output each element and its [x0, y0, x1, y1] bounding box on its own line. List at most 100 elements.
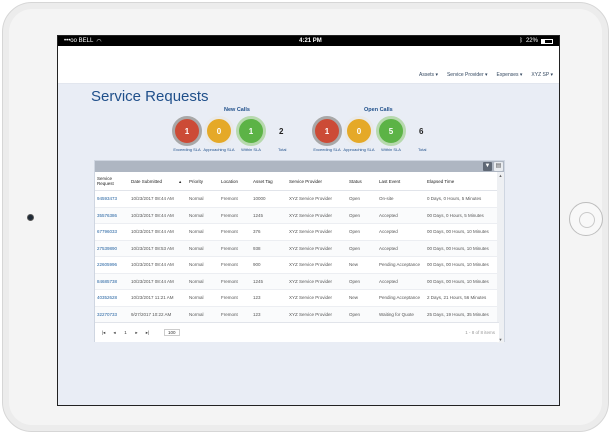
nav-item-service-provider[interactable]: Service Provider ▾ [447, 72, 488, 78]
cell-elapsed-time: 00 Days, 00 Hours, 10 Minutes [425, 223, 499, 241]
table-row[interactable]: 32270733 9/27/2017 10:22 AM Normal Fremont 1… [95, 306, 499, 322]
cell-priority: Normal [187, 306, 219, 322]
nav-item-assets[interactable]: Assets ▾ [419, 72, 438, 78]
open-within-sla-gauge[interactable]: 5 [376, 116, 406, 146]
table-row[interactable]: 67796033 10/23/2017 08:44 AM Normal Fremont… [95, 223, 499, 241]
table-row[interactable]: 22605996 10/23/2017 08:44 AM Normal Fremont… [95, 256, 499, 274]
open-approaching-sla-gauge[interactable]: 0 [344, 116, 374, 146]
cell-status: Open [347, 306, 377, 322]
cell-priority: Normal [187, 190, 219, 208]
camera-icon [27, 214, 34, 221]
table-row[interactable]: 40352628 10/23/2017 11:21 AM Normal Fremont… [95, 289, 499, 307]
cell-status: Open [347, 240, 377, 257]
current-page[interactable]: 1 [123, 330, 128, 335]
cell-asset-tag: 10000 [251, 190, 287, 208]
service-requests-panel: ▼ ▤ Service Request Date Submitted ▴ Pri… [94, 160, 505, 343]
cell-asset-tag: 938 [251, 240, 287, 257]
cell-last-event: On-site [377, 190, 425, 208]
sort-arrow-icon[interactable]: ▴ [177, 172, 187, 191]
page-size-select[interactable]: 100 [164, 329, 180, 336]
table-row[interactable]: 35576386 10/23/2017 08:44 AM Normal Fremont… [95, 207, 499, 224]
col-header-status[interactable]: Status [347, 172, 377, 191]
cell-asset-tag: 376 [251, 223, 287, 241]
tablet-frame: •••oo BELL ◠ 4:21 PM ᛒ 22% Assets ▾ Serv… [2, 2, 609, 432]
cell-status: Open [347, 273, 377, 290]
col-header-last-event[interactable]: Last Event [377, 172, 425, 191]
cell-date-submitted: 9/27/2017 10:22 AM [129, 306, 177, 322]
cell-priority: Normal [187, 240, 219, 257]
cell-asset-tag: 123 [251, 306, 287, 322]
new-approaching-sla-gauge[interactable]: 0 [204, 116, 234, 146]
clock: 4:21 PM [299, 38, 322, 44]
cell-service-request[interactable]: 40352628 [95, 289, 129, 307]
col-header-location[interactable]: Location [219, 172, 251, 191]
cell-priority: Normal [187, 273, 219, 290]
cell-location: Fremont [219, 190, 251, 208]
scroll-up-icon[interactable]: ▲ [498, 173, 503, 178]
wifi-icon: ◠ [96, 38, 102, 45]
cell-service-provider: XYZ Service Provider [287, 207, 347, 224]
cell-last-event: Accepted [377, 223, 425, 241]
next-page-button[interactable]: ▸ [134, 330, 139, 336]
col-header-asset-tag[interactable]: Asset Tag [251, 172, 287, 191]
nav-item-expenses[interactable]: Expenses ▾ [497, 72, 523, 78]
filter-icon[interactable]: ▼ [483, 162, 492, 171]
vertical-scrollbar[interactable]: ▲ ▼ [497, 172, 504, 343]
cell-service-request[interactable]: 22605996 [95, 256, 129, 274]
col-header-service-request[interactable]: Service Request [95, 172, 129, 191]
page-title: Service Requests [91, 88, 209, 105]
service-requests-table: Service Request Date Submitted ▴ Priorit… [95, 172, 499, 322]
col-header-date-submitted[interactable]: Date Submitted [129, 172, 177, 191]
home-button[interactable] [569, 202, 603, 236]
cell-service-request[interactable]: 67796033 [95, 223, 129, 241]
cell-status: Open [347, 223, 377, 241]
cell-date-submitted: 10/23/2017 08:44 AM [129, 273, 177, 290]
cell-sort [177, 273, 187, 290]
cell-date-submitted: 10/23/2017 08:44 AM [129, 256, 177, 274]
col-header-elapsed-time[interactable]: Elapsed Time [425, 172, 499, 191]
cell-sort [177, 256, 187, 274]
cell-location: Fremont [219, 306, 251, 322]
cell-service-request[interactable]: 94593473 [95, 190, 129, 208]
cell-sort [177, 190, 187, 208]
new-within-sla-gauge[interactable]: 1 [236, 116, 266, 146]
cell-service-request[interactable]: 32270733 [95, 306, 129, 322]
carrier-label: •••oo BELL [64, 38, 94, 44]
cell-service-provider: XYZ Service Provider [287, 289, 347, 307]
cell-service-provider: XYZ Service Provider [287, 190, 347, 208]
cell-location: Fremont [219, 240, 251, 257]
col-header-priority[interactable]: Priority [187, 172, 219, 191]
cell-last-event: Pending Acceptance [377, 256, 425, 274]
table-row[interactable]: 27539890 10/23/2017 08:53 AM Normal Fremont… [95, 240, 499, 257]
col-header-service-provider[interactable]: Service Provider [287, 172, 347, 191]
prev-page-button[interactable]: ◂ [112, 330, 117, 336]
cell-service-provider: XYZ Service Provider [287, 273, 347, 290]
table-row[interactable]: 94593473 10/23/2017 08:44 AM Normal Fremont… [95, 190, 499, 208]
cell-location: Fremont [219, 273, 251, 290]
cell-last-event: Waiting for Quote [377, 306, 425, 322]
new-total-label: Total [278, 147, 287, 152]
first-page-button[interactable]: |◂ [101, 330, 106, 336]
open-total-count: 6 [419, 127, 424, 136]
last-page-button[interactable]: ▸| [145, 330, 150, 336]
table-row[interactable]: 84685738 10/23/2017 08:44 AM Normal Fremont… [95, 273, 499, 290]
cell-service-request[interactable]: 84685738 [95, 273, 129, 290]
cell-location: Fremont [219, 289, 251, 307]
cell-location: Fremont [219, 207, 251, 224]
status-bar: •••oo BELL ◠ 4:21 PM ᛒ 22% [58, 36, 559, 46]
nav-item-account[interactable]: XYZ SP ▾ [531, 72, 553, 78]
new-within-label: Within SLA [241, 147, 261, 152]
cell-service-provider: XYZ Service Provider [287, 306, 347, 322]
new-calls-title: New Calls [224, 107, 250, 113]
open-exceeding-sla-gauge[interactable]: 1 [312, 116, 342, 146]
panel-toolbar: ▼ ▤ [95, 161, 504, 172]
cell-location: Fremont [219, 223, 251, 241]
document-icon[interactable]: ▤ [494, 162, 503, 171]
new-approaching-label: Approaching SLA [203, 147, 235, 152]
cell-service-request[interactable]: 35576386 [95, 207, 129, 224]
cell-asset-tag: 900 [251, 256, 287, 274]
cell-sort [177, 207, 187, 224]
cell-priority: Normal [187, 223, 219, 241]
cell-service-request[interactable]: 27539890 [95, 240, 129, 257]
new-exceeding-sla-gauge[interactable]: 1 [172, 116, 202, 146]
